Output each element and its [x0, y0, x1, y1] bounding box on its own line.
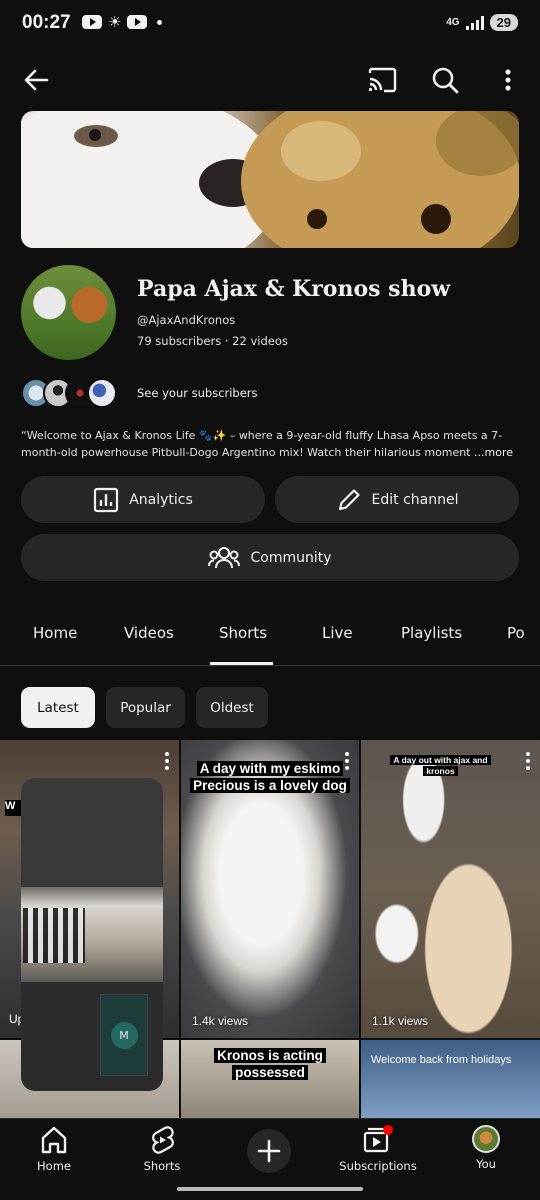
- community-label: Community: [250, 549, 332, 566]
- short-views: 1.1k views: [372, 1014, 429, 1028]
- youtube-notification-icon-2: [127, 15, 148, 29]
- nav-home-label: Home: [37, 1159, 71, 1173]
- status-right: 4G 29: [446, 14, 518, 31]
- analytics-label: Analytics: [129, 491, 193, 508]
- short-caption: A day out with ajax and kronos: [361, 755, 540, 777]
- subscriber-avatar: [87, 378, 117, 408]
- top-app-bar: [0, 55, 540, 105]
- analytics-button[interactable]: Analytics: [21, 476, 265, 523]
- channel-tabs: Home Videos Shorts Live Playlists Po: [0, 610, 540, 666]
- more-notifications-dot-icon: [157, 19, 163, 25]
- tab-shorts[interactable]: Shorts: [219, 624, 267, 642]
- short-caption-line: possessed: [232, 1065, 308, 1080]
- brightness-icon: ☀: [108, 13, 122, 31]
- channel-description[interactable]: “Welcome to Ajax & Kronos Life 🐾✨ – wher…: [21, 427, 519, 461]
- cast-button[interactable]: [360, 55, 404, 105]
- tab-playlists[interactable]: Playlists: [401, 624, 462, 642]
- nav-you-label: You: [476, 1157, 496, 1171]
- filter-chip-oldest[interactable]: Oldest: [196, 687, 268, 728]
- short-thumbnail[interactable]: Kronos is acting possessed: [181, 1040, 359, 1118]
- plus-icon: [257, 1139, 281, 1163]
- more-options-button[interactable]: [486, 55, 530, 105]
- active-tab-indicator: [210, 662, 273, 665]
- edit-channel-button[interactable]: Edit channel: [275, 476, 519, 523]
- short-caption-line: Precious is a lovely dog: [190, 778, 350, 793]
- back-arrow-icon: [24, 69, 49, 91]
- short-caption-line: A day with my eskimo: [196, 761, 344, 776]
- shorts-icon: [152, 1126, 174, 1154]
- analytics-icon: [94, 487, 119, 512]
- short-caption-line: A day out with ajax and: [390, 755, 491, 765]
- subscriptions-icon: [363, 1125, 393, 1153]
- short-thumbnail[interactable]: A day with my eskimo Precious is a lovel…: [181, 740, 359, 1038]
- signal-icon: [465, 15, 484, 30]
- nav-shorts-label: Shorts: [143, 1159, 181, 1173]
- back-button[interactable]: [14, 55, 58, 105]
- short-views: 1.4k views: [192, 1014, 249, 1028]
- gesture-home-indicator[interactable]: [177, 1187, 363, 1191]
- tab-live[interactable]: Live: [322, 624, 353, 642]
- short-caption: Kronos is acting possessed: [181, 1047, 359, 1081]
- subscriber-avatars[interactable]: [21, 376, 117, 410]
- short-menu-icon[interactable]: [345, 752, 349, 770]
- status-bar: 00:27 ☀ 4G 29: [0, 0, 540, 50]
- floating-preview-panel[interactable]: M: [21, 778, 163, 1091]
- status-time: 00:27: [22, 12, 71, 33]
- network-type: 4G: [446, 16, 460, 28]
- status-notification-icons: ☀: [82, 13, 163, 31]
- m-avatar-icon: M: [110, 1021, 138, 1049]
- cast-icon: [368, 67, 397, 93]
- short-caption-line: kronos: [423, 766, 458, 776]
- nav-shorts[interactable]: Shorts: [117, 1125, 207, 1173]
- short-caption-line: Kronos is acting: [214, 1048, 326, 1063]
- tab-videos[interactable]: Videos: [124, 624, 174, 642]
- tab-posts[interactable]: Po: [507, 624, 525, 642]
- battery-level: 29: [489, 14, 518, 31]
- tab-home[interactable]: Home: [33, 624, 77, 642]
- nav-subscriptions-label: Subscriptions: [339, 1159, 417, 1173]
- preview-mini-thumbnail[interactable]: M: [100, 994, 148, 1076]
- youtube-notification-icon: [82, 15, 102, 29]
- community-button[interactable]: Community: [21, 534, 519, 581]
- filter-chip-popular[interactable]: Popular: [106, 687, 185, 728]
- banner-dogs-image: [21, 111, 519, 248]
- short-menu-icon[interactable]: [165, 752, 169, 770]
- short-menu-icon[interactable]: [526, 752, 530, 770]
- channel-stats[interactable]: 79 subscribers · 22 videos: [137, 334, 288, 348]
- search-icon: [432, 67, 459, 94]
- pencil-icon: [338, 488, 360, 510]
- you-avatar: [472, 1125, 500, 1153]
- preview-checkered-item: [23, 908, 85, 963]
- see-subscribers-link[interactable]: See your subscribers: [137, 386, 258, 400]
- nav-subscriptions[interactable]: Subscriptions: [333, 1125, 423, 1173]
- channel-banner[interactable]: [21, 111, 519, 248]
- home-icon: [41, 1126, 67, 1154]
- filter-chip-latest[interactable]: Latest: [21, 687, 95, 728]
- search-button[interactable]: [423, 55, 467, 105]
- channel-handle: @AjaxAndKronos: [137, 313, 236, 327]
- more-vertical-icon: [505, 69, 511, 91]
- short-caption: Welcome back from holidays: [371, 1054, 512, 1066]
- nav-you[interactable]: You: [441, 1125, 531, 1171]
- channel-title: Papa Ajax & Kronos show: [137, 276, 451, 302]
- description-text: “Welcome to Ajax & Kronos Life 🐾✨ – wher…: [21, 429, 503, 459]
- short-caption: A day with my eskimo Precious is a lovel…: [181, 760, 359, 794]
- short-thumbnail[interactable]: A day out with ajax and kronos 1.1k view…: [361, 740, 540, 1038]
- more-link[interactable]: ...more: [470, 444, 513, 461]
- notification-dot-icon: [383, 1125, 393, 1135]
- edit-channel-label: Edit channel: [371, 491, 459, 508]
- nav-home[interactable]: Home: [9, 1125, 99, 1173]
- short-thumbnail[interactable]: Welcome back from holidays: [361, 1040, 540, 1118]
- create-button[interactable]: [247, 1129, 291, 1173]
- community-icon: [208, 546, 241, 568]
- channel-avatar[interactable]: [21, 265, 116, 360]
